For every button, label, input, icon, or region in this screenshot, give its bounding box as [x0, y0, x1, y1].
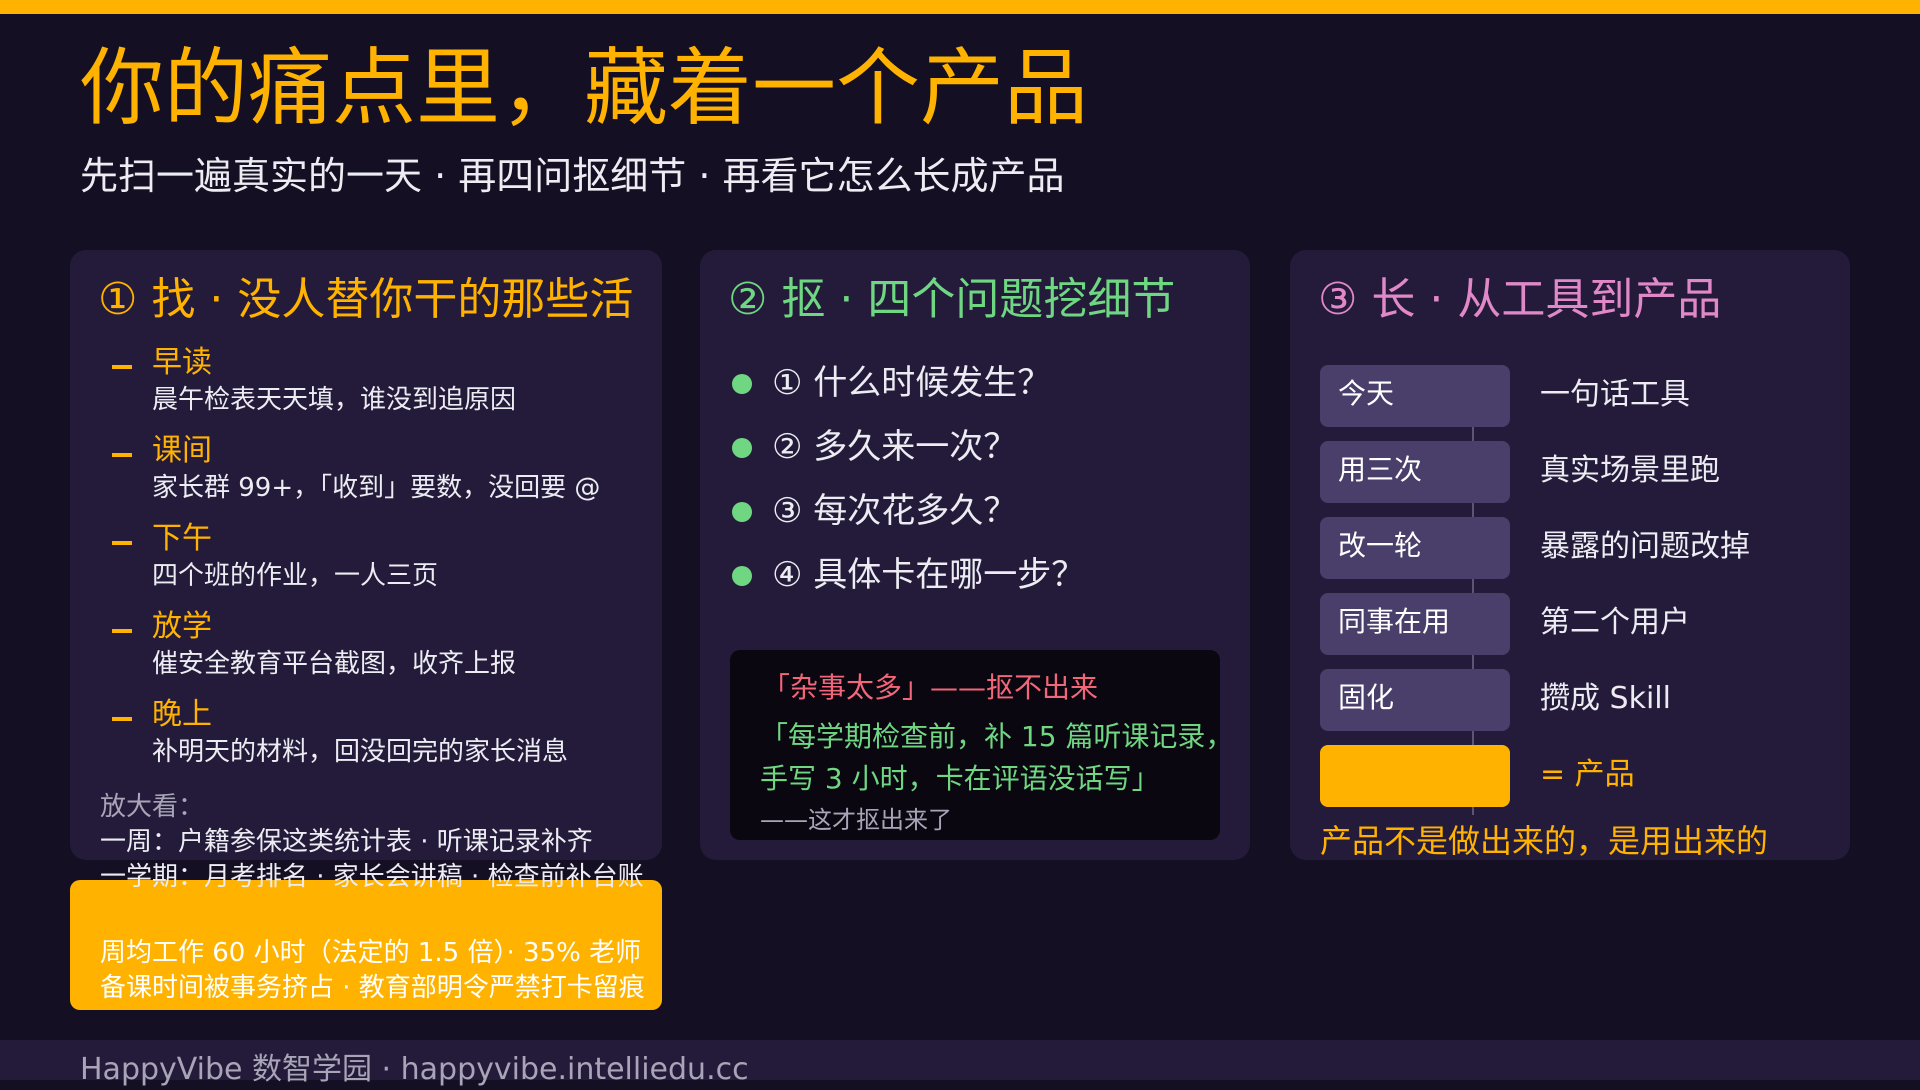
dig-heading: ② 抠 · 四个问题挖细节: [728, 274, 1176, 325]
step-desc: = 产品: [1540, 757, 1635, 792]
question-text: ④ 具体卡在哪一步？: [772, 555, 1086, 595]
dash-icon: [112, 365, 132, 369]
zoom-label: 放大看：: [100, 792, 205, 822]
dash-icon: [112, 453, 132, 457]
task-desc: 催安全教育平台截图，收齐上报: [152, 649, 517, 679]
step-desc: 一句话工具: [1540, 377, 1690, 412]
stats-line-2: 备课时间被事务挤占 · 教育部明令严禁打卡留痕: [100, 973, 645, 1003]
time-label: 早读: [152, 345, 212, 380]
step-desc: 真实场景里跑: [1540, 453, 1720, 488]
step-box: 固化: [1320, 669, 1510, 731]
zoom-week: 一周：户籍参保这类统计表 · 听课记录补齐: [100, 827, 593, 857]
footer-text: HappyVibe 数智学园 · happyvibe.intelliedu.cc: [80, 1052, 749, 1087]
find-list: 早读 晨午检表天天填，谁没到追原因 课间 家长群 99+，「收到」要数，没回要 …: [112, 345, 642, 785]
good-example-line-2: 手写 3 小时，卡在评语没话写」: [760, 762, 1160, 795]
product-box: [1320, 745, 1510, 807]
step-tag: 同事在用: [1338, 605, 1451, 638]
dash-icon: [112, 717, 132, 721]
step-box: 今天: [1320, 365, 1510, 427]
grow-motto: 产品不是做出来的，是用出来的: [1320, 822, 1769, 860]
bullet-dot-icon: [732, 502, 752, 522]
bad-example: 「杂事太多」——抠不出来: [762, 671, 1099, 704]
question-text: ② 多久来一次？: [772, 427, 1018, 467]
good-example-note: ——这才抠出来了: [760, 806, 952, 834]
task-desc: 补明天的材料，回没回完的家长消息: [152, 737, 569, 767]
good-example-line-1: 「每学期检查前，补 15 篇听课记录，: [760, 720, 1234, 753]
task-desc: 四个班的作业，一人三页: [152, 561, 439, 591]
step-desc: 暴露的问题改掉: [1540, 529, 1750, 564]
bullet-dot-icon: [732, 438, 752, 458]
page-subtitle: 先扫一遍真实的一天 · 再四问抠细节 · 再看它怎么长成产品: [80, 154, 1065, 198]
dash-icon: [112, 629, 132, 633]
bullet-dot-icon: [732, 566, 752, 586]
find-heading: ① 找 · 没人替你干的那些活: [98, 274, 634, 325]
step-box: 同事在用: [1320, 593, 1510, 655]
step-desc: 攒成 Skill: [1540, 681, 1671, 716]
footer-bar: HappyVibe 数智学园 · happyvibe.intelliedu.cc: [0, 1040, 1920, 1087]
list-item: 下午 四个班的作业，一人三页: [112, 521, 642, 609]
step-box: 改一轮: [1320, 517, 1510, 579]
time-label: 晚上: [152, 697, 212, 732]
list-item: 放学 催安全教育平台截图，收齐上报: [112, 609, 642, 697]
stats-text: 周均工作 60 小时（法定的 1.5 倍）· 35% 老师 备课时间被事务挤占 …: [100, 936, 645, 1006]
dash-icon: [112, 541, 132, 545]
page-title: 你的痛点里，藏着一个产品: [80, 39, 1089, 137]
step-tag: 用三次: [1338, 453, 1423, 486]
question-text: ③ 每次花多久？: [772, 491, 1018, 531]
top-accent-bar: [0, 0, 1920, 14]
time-label: 课间: [152, 433, 212, 468]
step-box: 用三次: [1320, 441, 1510, 503]
time-label: 放学: [152, 609, 212, 644]
grow-heading: ③ 长 · 从工具到产品: [1318, 274, 1722, 325]
stats-line-1: 周均工作 60 小时（法定的 1.5 倍）· 35% 老师: [100, 938, 642, 968]
good-example: 「每学期检查前，补 15 篇听课记录， 手写 3 小时，卡在评语没话写」: [760, 716, 1233, 800]
zoom-term: 一学期：月考排名 · 家长会讲稿 · 检查前补台账: [100, 862, 644, 892]
find-card: ① 找 · 没人替你干的那些活 早读 晨午检表天天填，谁没到追原因 课间 家长群…: [70, 250, 662, 860]
task-desc: 家长群 99+，「收到」要数，没回要 @: [152, 473, 601, 503]
time-label: 下午: [152, 521, 212, 556]
example-box: 「杂事太多」——抠不出来 「每学期检查前，补 15 篇听课记录， 手写 3 小时…: [730, 650, 1233, 840]
list-item: 早读 晨午检表天天填，谁没到追原因: [112, 345, 642, 433]
step-tag: 固化: [1338, 681, 1395, 714]
grow-card: ③ 长 · 从工具到产品 今天 一句话工具 用三次 真实场景里跑 改一轮 暴露的…: [1290, 250, 1850, 860]
dig-card: ② 抠 · 四个问题挖细节 ① 什么时候发生？ ② 多久来一次？ ③ 每次花多久…: [700, 250, 1250, 860]
step-tag: 改一轮: [1338, 529, 1423, 562]
step-tag: 今天: [1338, 377, 1395, 410]
zoom-section: 放大看： 一周：户籍参保这类统计表 · 听课记录补齐 一学期：月考排名 · 家长…: [100, 790, 644, 895]
step-desc: 第二个用户: [1540, 605, 1690, 640]
list-item: 晚上 补明天的材料，回没回完的家长消息: [112, 697, 642, 785]
list-item: 课间 家长群 99+，「收到」要数，没回要 @: [112, 433, 642, 521]
question-text: ① 什么时候发生？: [772, 363, 1052, 403]
bullet-dot-icon: [732, 374, 752, 394]
task-desc: 晨午检表天天填，谁没到追原因: [152, 385, 517, 415]
